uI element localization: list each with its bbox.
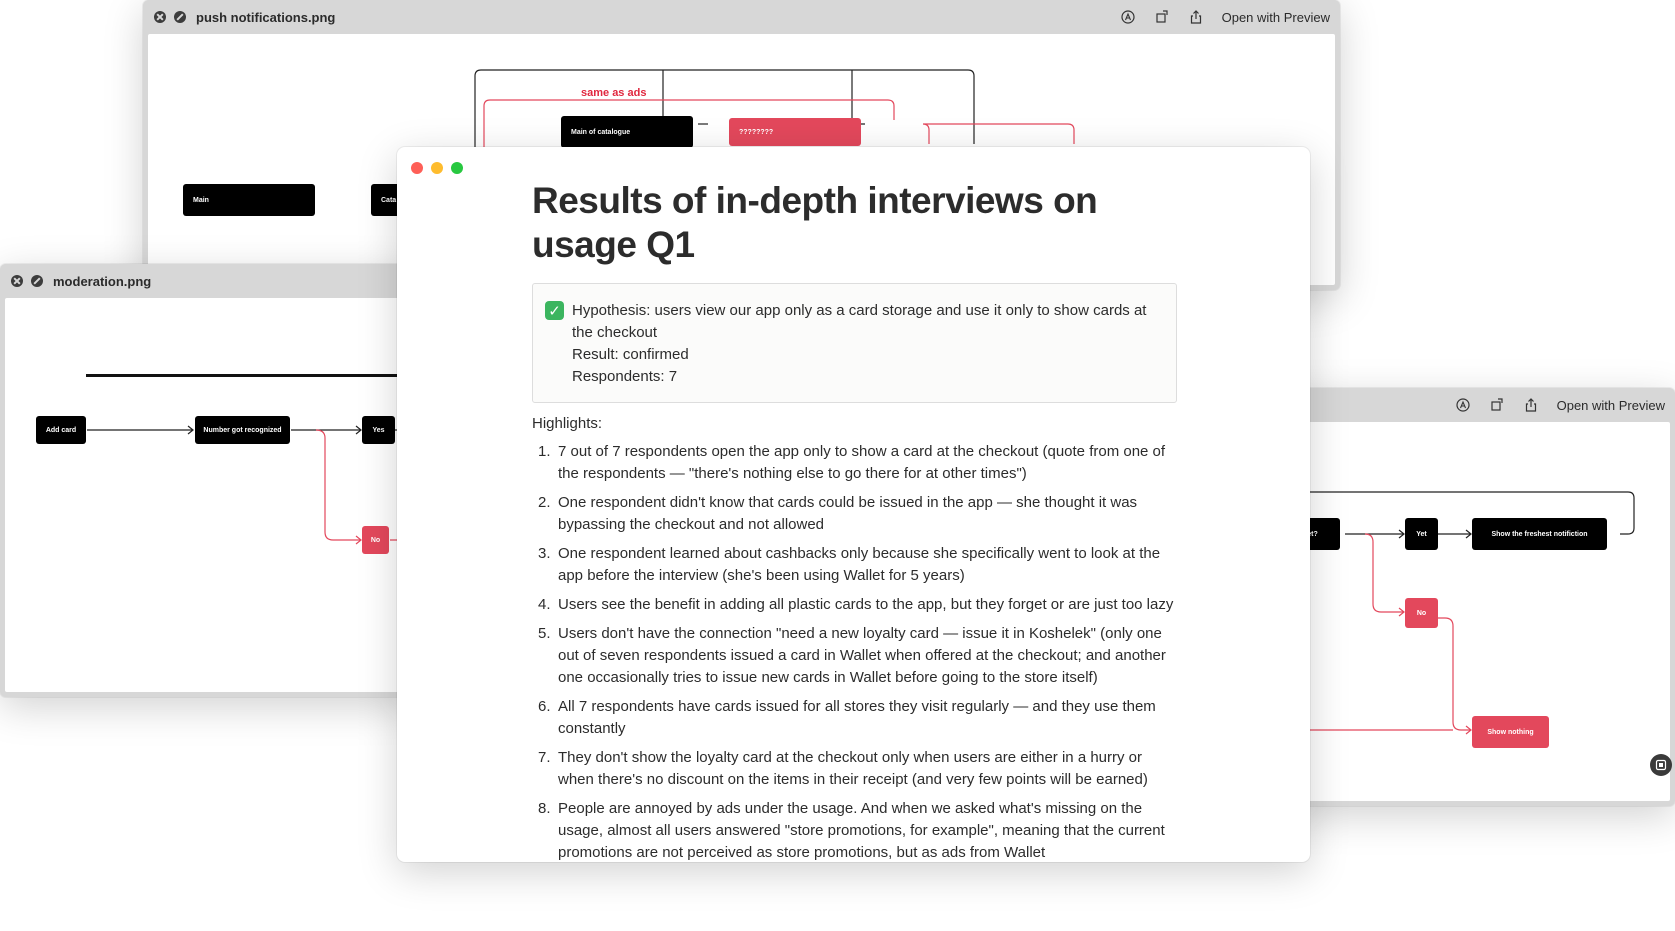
node-no: No <box>362 526 389 554</box>
hypothesis-text: Hypothesis: users view our app only as a… <box>572 302 1147 341</box>
right-diagram-canvas: et? Yet Show the freshest notifiction No… <box>1285 422 1672 801</box>
notifications-flow-window: Open with Preview et? Yet Show the fresh… <box>1280 388 1675 806</box>
rotate-icon[interactable] <box>1154 9 1170 25</box>
callout-text: Hypothesis: users view our app only as a… <box>572 300 1162 388</box>
fullscreen-icon[interactable] <box>174 11 186 23</box>
zoom-button[interactable] <box>451 162 463 174</box>
list-item: 3. One respondent learned about cashbacks… <box>538 545 1161 584</box>
node-add-card: Add card <box>36 416 86 444</box>
close-icon[interactable] <box>11 275 23 287</box>
respondents-text: Respondents: 7 <box>572 368 678 385</box>
node-show-freshest: Show the freshest notifiction <box>1472 518 1607 550</box>
list-item: 6. All 7 respondents have cards issued fo… <box>538 698 1156 737</box>
check-mark-icon: ✓ <box>545 301 564 320</box>
close-icon[interactable] <box>154 11 166 23</box>
push-window-titlebar: push notifications.png Open with Preview <box>143 0 1340 34</box>
node-yes: Yes <box>362 416 395 444</box>
open-with-preview-button[interactable]: Open with Preview <box>1557 398 1665 413</box>
result-text: Result: confirmed <box>572 346 689 363</box>
list-item: 8. People are annoyed by ads under the us… <box>538 800 1165 861</box>
page-title: Results of in-depth interviews on usage … <box>532 180 1098 265</box>
push-window-toolbar: Open with Preview <box>1120 0 1330 34</box>
list-item: 5. Users don't have the connection "need … <box>538 625 1166 686</box>
right-window-toolbar: Open with Preview <box>1455 388 1665 422</box>
moderation-window-titlebar: moderation.png <box>0 264 420 298</box>
share-icon[interactable] <box>1523 397 1539 413</box>
list-item: 2. One respondent didn't know that cards … <box>538 494 1138 533</box>
node-no: No <box>1405 598 1438 628</box>
push-window-filename: push notifications.png <box>196 9 336 25</box>
open-with-preview-button[interactable]: Open with Preview <box>1222 10 1330 25</box>
hypothesis-callout: ✓ Hypothesis: users view our app only as… <box>532 283 1177 403</box>
moderation-diagram-connectors <box>86 374 415 545</box>
moderation-window-filename: moderation.png <box>53 273 152 289</box>
minimize-button[interactable] <box>431 162 443 174</box>
highlights-list: 1. 7 out of 7 respondents open the app on… <box>532 441 1177 862</box>
node-number-recognized: Number got recognized <box>195 416 290 444</box>
document-content: Results of in-depth interviews on usage … <box>532 179 1177 862</box>
document-window: Results of in-depth interviews on usage … <box>397 147 1310 862</box>
list-item: 4. Users see the benefit in adding all pl… <box>538 596 1174 613</box>
node-main-of-catalogue: Main of catalogue <box>561 116 693 148</box>
markup-icon[interactable] <box>1455 397 1471 413</box>
list-item: 1. 7 out of 7 respondents open the app on… <box>538 443 1166 482</box>
moderation-window: moderation.png Add card Number got recog… <box>0 264 420 697</box>
rotate-icon[interactable] <box>1489 397 1505 413</box>
markup-icon[interactable] <box>1120 9 1136 25</box>
window-controls <box>411 162 463 174</box>
right-window-titlebar: Open with Preview <box>1280 388 1675 422</box>
list-item: 7. They don't show the loyalty card at th… <box>538 749 1148 788</box>
share-icon[interactable] <box>1188 9 1204 25</box>
node-show-nothing: Show nothing <box>1472 716 1549 748</box>
screenshot-capture-icon[interactable] <box>1650 754 1672 776</box>
node-main: Main <box>183 184 315 216</box>
fullscreen-icon[interactable] <box>31 275 43 287</box>
close-button[interactable] <box>411 162 423 174</box>
node-yet: Yet <box>1405 518 1438 550</box>
highlights-heading: Highlights: <box>532 415 603 432</box>
moderation-diagram-canvas: Add card Number got recognized Yes No <box>5 298 415 692</box>
node-unknown: ???????? <box>729 118 861 146</box>
same-as-ads-label: same as ads <box>581 87 647 99</box>
